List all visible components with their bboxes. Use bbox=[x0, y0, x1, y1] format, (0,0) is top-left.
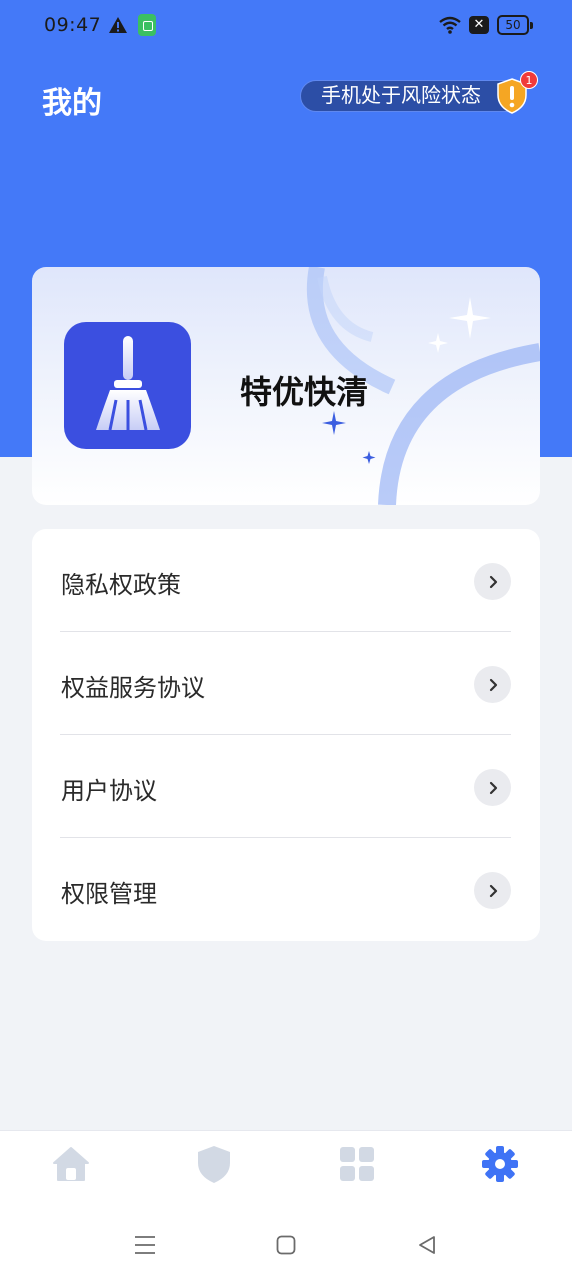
nav-settings[interactable] bbox=[475, 1141, 525, 1191]
status-time: 09:47 bbox=[44, 14, 102, 36]
menu-item-label: 用户协议 bbox=[61, 777, 157, 805]
back-icon[interactable] bbox=[412, 1230, 442, 1260]
chevron-right-icon bbox=[474, 872, 511, 909]
app-info-card: 特优快清 bbox=[32, 267, 540, 505]
app-logo bbox=[64, 322, 191, 449]
chevron-right-icon bbox=[474, 666, 511, 703]
menu-item-label: 隐私权政策 bbox=[61, 571, 181, 599]
settings-menu: 隐私权政策 权益服务协议 用户协议 权限管理 bbox=[32, 529, 540, 941]
nav-security[interactable] bbox=[189, 1141, 239, 1191]
app-notification-icon bbox=[138, 14, 156, 36]
battery-icon: 50 bbox=[497, 15, 533, 35]
gear-icon bbox=[480, 1144, 520, 1188]
wifi-icon bbox=[438, 15, 462, 39]
menu-item-privacy-policy[interactable]: 隐私权政策 bbox=[32, 529, 540, 632]
menu-item-label: 权限管理 bbox=[61, 880, 157, 908]
nav-tools[interactable] bbox=[332, 1141, 382, 1191]
chevron-right-icon bbox=[474, 563, 511, 600]
shield-icon bbox=[196, 1144, 232, 1188]
risk-status-button[interactable]: 手机处于风险状态 bbox=[300, 80, 522, 112]
no-sim-icon: ✕ bbox=[469, 16, 489, 34]
status-bar: 09:47 ✕ 50 bbox=[0, 0, 572, 52]
page-title: 我的 bbox=[42, 86, 102, 121]
notification-badge: 1 bbox=[520, 71, 538, 89]
home-icon bbox=[52, 1146, 90, 1186]
nav-home[interactable] bbox=[46, 1141, 96, 1191]
home-button-icon[interactable] bbox=[271, 1230, 301, 1260]
broom-icon bbox=[92, 334, 164, 438]
menu-item-user-agreement[interactable]: 用户协议 bbox=[32, 735, 540, 838]
menu-item-label: 权益服务协议 bbox=[61, 674, 205, 702]
chevron-right-icon bbox=[474, 769, 511, 806]
menu-item-benefits-agreement[interactable]: 权益服务协议 bbox=[32, 632, 540, 735]
bottom-navigation bbox=[0, 1130, 572, 1200]
app-name: 特优快清 bbox=[240, 373, 369, 411]
menu-item-permission-management[interactable]: 权限管理 bbox=[32, 838, 540, 941]
system-navigation-bar bbox=[0, 1200, 572, 1280]
warning-icon bbox=[108, 16, 128, 38]
grid-icon bbox=[339, 1146, 375, 1186]
menu-icon[interactable] bbox=[130, 1230, 160, 1260]
